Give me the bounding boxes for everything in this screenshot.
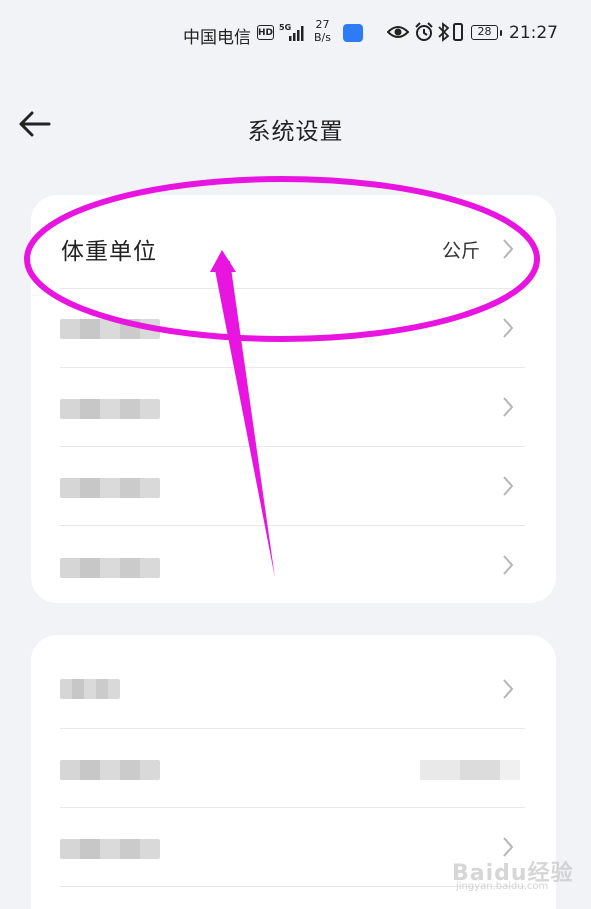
chevron-right-icon xyxy=(503,397,514,417)
settings-group-1: 体重单位 公斤 xyxy=(31,195,556,603)
speed-value: 27 xyxy=(315,18,330,31)
blurred-label xyxy=(60,478,160,498)
page-title: 系统设置 xyxy=(247,119,344,145)
alarm-icon xyxy=(415,22,433,41)
signal-icon: 5G xyxy=(279,23,304,41)
weight-unit-row[interactable]: 体重单位 公斤 xyxy=(31,210,556,289)
chevron-right-icon xyxy=(503,476,514,496)
bluetooth-icon xyxy=(438,22,450,42)
blurred-label xyxy=(60,839,160,859)
settings-row-2[interactable] xyxy=(31,289,556,368)
blurred-label xyxy=(60,679,120,699)
settings-row-4[interactable] xyxy=(31,447,556,526)
hd-badge: HD xyxy=(257,25,274,40)
settings-row-7[interactable] xyxy=(31,729,556,808)
battery-icon: 28 xyxy=(471,25,502,40)
settings-row-6[interactable] xyxy=(31,650,556,729)
chevron-right-icon xyxy=(503,239,514,259)
blurred-label xyxy=(60,760,160,780)
chevron-right-icon xyxy=(503,318,514,338)
settings-row-5[interactable] xyxy=(31,526,556,603)
network-speed: 27 B/s xyxy=(314,18,331,44)
eye-icon xyxy=(387,26,409,38)
carrier-name: 中国电信 xyxy=(183,28,251,48)
weight-unit-label: 体重单位 xyxy=(61,239,157,265)
blurred-label xyxy=(60,319,160,339)
clock: 21:27 xyxy=(509,23,558,43)
blurred-value xyxy=(420,760,520,780)
vibrate-icon xyxy=(453,23,463,41)
settings-row-3[interactable] xyxy=(31,368,556,447)
chevron-right-icon xyxy=(503,679,514,699)
status-bar: 中国电信 HD 5G 27 B/s 28 21:27 xyxy=(0,0,591,68)
speed-unit: B/s xyxy=(314,31,331,44)
chevron-right-icon xyxy=(503,555,514,575)
watermark-url: jingyan.baidu.com xyxy=(456,881,549,892)
network-type: 5G xyxy=(279,23,291,32)
weight-unit-value: 公斤 xyxy=(441,240,480,262)
app-notification-icon xyxy=(343,24,363,42)
blurred-label xyxy=(60,558,160,578)
blurred-label xyxy=(60,399,160,419)
